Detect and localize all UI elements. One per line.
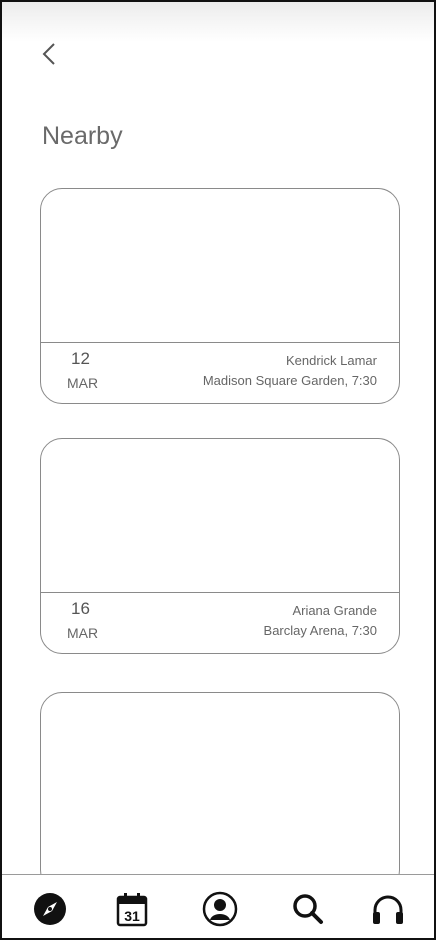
event-image-placeholder <box>41 693 399 891</box>
event-day: 12 <box>71 349 90 368</box>
event-day: 16 <box>71 599 90 618</box>
search-icon <box>293 894 323 924</box>
profile-icon <box>202 891 238 927</box>
event-venue: Barclay Arena, 7:30 <box>263 623 377 638</box>
chevron-left-icon <box>42 43 55 65</box>
event-venue: Madison Square Garden, 7:30 <box>202 373 377 388</box>
bottom-tab-bar: 31 <box>2 874 434 938</box>
back-button[interactable] <box>38 38 62 70</box>
event-month: MAR <box>67 375 99 391</box>
tab-profile[interactable] <box>200 889 240 929</box>
tab-audio[interactable] <box>368 889 408 929</box>
event-card[interactable] <box>40 692 400 892</box>
event-meta: 16 MAR Ariana Grande Barclay Arena, 7:30 <box>41 593 399 653</box>
headphones-icon <box>373 895 403 924</box>
app-screen: Nearby 12 MAR Kendrick Lamar Madison Squ… <box>0 0 436 940</box>
event-artist: Ariana Grande <box>292 603 377 618</box>
event-month: MAR <box>67 625 99 641</box>
tab-search[interactable] <box>288 889 328 929</box>
calendar-icon: 31 <box>116 893 148 927</box>
calendar-icon-label: 31 <box>124 908 140 924</box>
event-image-placeholder <box>41 189 399 343</box>
compass-icon <box>34 893 66 925</box>
event-image-placeholder <box>41 439 399 593</box>
event-card[interactable]: 12 MAR Kendrick Lamar Madison Square Gar… <box>40 188 400 404</box>
event-meta: 12 MAR Kendrick Lamar Madison Square Gar… <box>41 343 399 403</box>
event-artist: Kendrick Lamar <box>285 353 377 368</box>
page-title: Nearby <box>42 122 123 150</box>
tab-explore[interactable] <box>30 889 70 929</box>
tab-calendar[interactable]: 31 <box>112 889 152 929</box>
status-bar-area <box>2 2 434 42</box>
event-card[interactable]: 16 MAR Ariana Grande Barclay Arena, 7:30 <box>40 438 400 654</box>
